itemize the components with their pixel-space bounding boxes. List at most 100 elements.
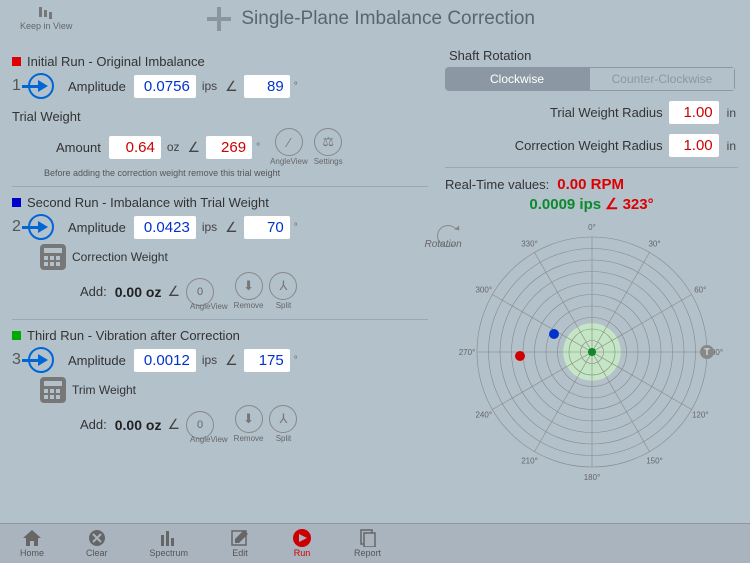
balance-icon: [207, 7, 231, 31]
correction-weight-radius-label: Correction Weight Radius: [515, 138, 663, 153]
svg-text:150°: 150°: [646, 456, 663, 465]
home-button[interactable]: Home: [20, 529, 44, 558]
clear-label: Clear: [86, 548, 108, 558]
marker-red-icon: [12, 57, 21, 66]
trial-angle-input[interactable]: 269: [206, 136, 252, 159]
svg-text:240°: 240°: [475, 411, 492, 420]
run2-go-button[interactable]: [28, 214, 54, 240]
svg-text:210°: 210°: [521, 456, 538, 465]
svg-text:30°: 30°: [648, 240, 660, 249]
clockwise-option[interactable]: Clockwise: [445, 67, 589, 91]
marker-green-icon: [12, 331, 21, 340]
realtime-ips: 0.0009 ips: [529, 196, 601, 213]
unit-oz: oz: [167, 140, 180, 154]
remove-label: Remove: [234, 301, 264, 310]
angleview-label: AngleView: [190, 435, 228, 444]
unit-ips: ips: [202, 353, 217, 367]
svg-text:180°: 180°: [583, 473, 600, 482]
degree-icon: °: [294, 355, 298, 366]
run-label: Run: [294, 548, 311, 558]
svg-text:60°: 60°: [694, 286, 706, 295]
unit-ips: ips: [202, 79, 217, 93]
angle-icon: ∠: [225, 219, 238, 236]
angleview-label: AngleView: [270, 157, 308, 166]
angle-icon: ∠: [167, 283, 180, 300]
run2-amplitude-input[interactable]: 0.0423: [134, 216, 196, 239]
add-label: Add:: [80, 417, 107, 432]
angle-icon: ∠: [167, 416, 180, 433]
correction-weight-radius-input[interactable]: 1.00: [669, 134, 719, 157]
run3-angle-input[interactable]: 175: [244, 349, 290, 372]
counter-clockwise-option[interactable]: Counter-Clockwise: [589, 67, 735, 91]
page-title: Single-Plane Imbalance Correction: [241, 8, 535, 30]
trial-weight-radius-label: Trial Weight Radius: [550, 105, 663, 120]
report-button[interactable]: Report: [354, 529, 381, 558]
clear-button[interactable]: Clear: [86, 529, 108, 558]
run3-go-button[interactable]: [28, 347, 54, 373]
marker-blue-icon: [12, 198, 21, 207]
spectrum-label: Spectrum: [150, 548, 189, 558]
unit-in: in: [727, 139, 736, 153]
split-button[interactable]: ⅄: [269, 405, 297, 433]
degree-icon: °: [294, 222, 298, 233]
shaft-rotation-label: Shaft Rotation: [449, 48, 734, 63]
settings-label: Settings: [314, 157, 343, 166]
run1-amplitude-input[interactable]: 0.0756: [134, 75, 196, 98]
trial-weight-header: Trial Weight: [12, 109, 81, 124]
angleview-button[interactable]: ∕: [275, 128, 303, 156]
edit-label: Edit: [232, 548, 248, 558]
amount-label: Amount: [56, 140, 101, 155]
bars-icon: [37, 7, 55, 21]
amplitude-label: Amplitude: [68, 220, 126, 235]
run3-header: Third Run - Vibration after Correction: [27, 328, 240, 343]
unit-ips: ips: [202, 220, 217, 234]
run2-header: Second Run - Imbalance with Trial Weight: [27, 195, 269, 210]
degree-icon: °: [294, 81, 298, 92]
keep-in-view-button[interactable]: Keep in View: [20, 7, 72, 31]
realtime-label: Real-Time values:: [445, 177, 549, 192]
angle-icon: ∠: [605, 195, 618, 213]
degree-icon: °: [256, 142, 260, 153]
trial-hint: Before adding the correction weight remo…: [44, 168, 428, 178]
svg-text:270°: 270°: [458, 348, 475, 357]
svg-text:120°: 120°: [691, 411, 708, 420]
svg-text:330°: 330°: [521, 240, 538, 249]
run1-angle-input[interactable]: 89: [244, 75, 290, 98]
trial-amount-input[interactable]: 0.64: [109, 136, 161, 159]
remove-button[interactable]: ⬇: [235, 405, 263, 433]
trial-weight-radius-input[interactable]: 1.00: [669, 101, 719, 124]
realtime-rpm: 0.00 RPM: [557, 176, 624, 193]
run-button[interactable]: Run: [292, 529, 312, 558]
run3-amplitude-input[interactable]: 0.0012: [134, 349, 196, 372]
angle-icon: ∠: [188, 139, 201, 156]
split-label: Split: [276, 434, 292, 443]
amplitude-label: Amplitude: [68, 79, 126, 94]
unit-in: in: [727, 106, 736, 120]
run1-go-button[interactable]: [28, 73, 54, 99]
report-label: Report: [354, 548, 381, 558]
run2-angle-input[interactable]: 70: [244, 216, 290, 239]
angle-icon: ∠: [225, 352, 238, 369]
calculator-icon: [40, 377, 66, 403]
realtime-angle: 323°: [623, 196, 654, 213]
correction-weight-header: Correction Weight: [72, 250, 168, 264]
edit-button[interactable]: Edit: [230, 529, 250, 558]
remove-button[interactable]: ⬇: [235, 272, 263, 300]
keep-in-view-label: Keep in View: [20, 21, 72, 31]
svg-text:0°: 0°: [588, 223, 596, 232]
run1-header: Initial Run - Original Imbalance: [27, 54, 205, 69]
amplitude-label: Amplitude: [68, 353, 126, 368]
home-label: Home: [20, 548, 44, 558]
settings-button[interactable]: ⚖: [314, 128, 342, 156]
spectrum-button[interactable]: Spectrum: [150, 529, 189, 558]
rotation-label: Rotation: [425, 239, 462, 250]
split-label: Split: [276, 301, 292, 310]
trim-value: 0.00 oz: [115, 417, 162, 433]
polar-plot: Rotation 0°30°60°90°120°150°180°210°240°…: [457, 217, 727, 487]
split-button[interactable]: ⅄: [269, 272, 297, 300]
trim-weight-header: Trim Weight: [72, 383, 136, 397]
add-label: Add:: [80, 284, 107, 299]
remove-label: Remove: [234, 434, 264, 443]
svg-text:300°: 300°: [475, 286, 492, 295]
shaft-rotation-toggle[interactable]: Clockwise Counter-Clockwise: [445, 67, 735, 91]
